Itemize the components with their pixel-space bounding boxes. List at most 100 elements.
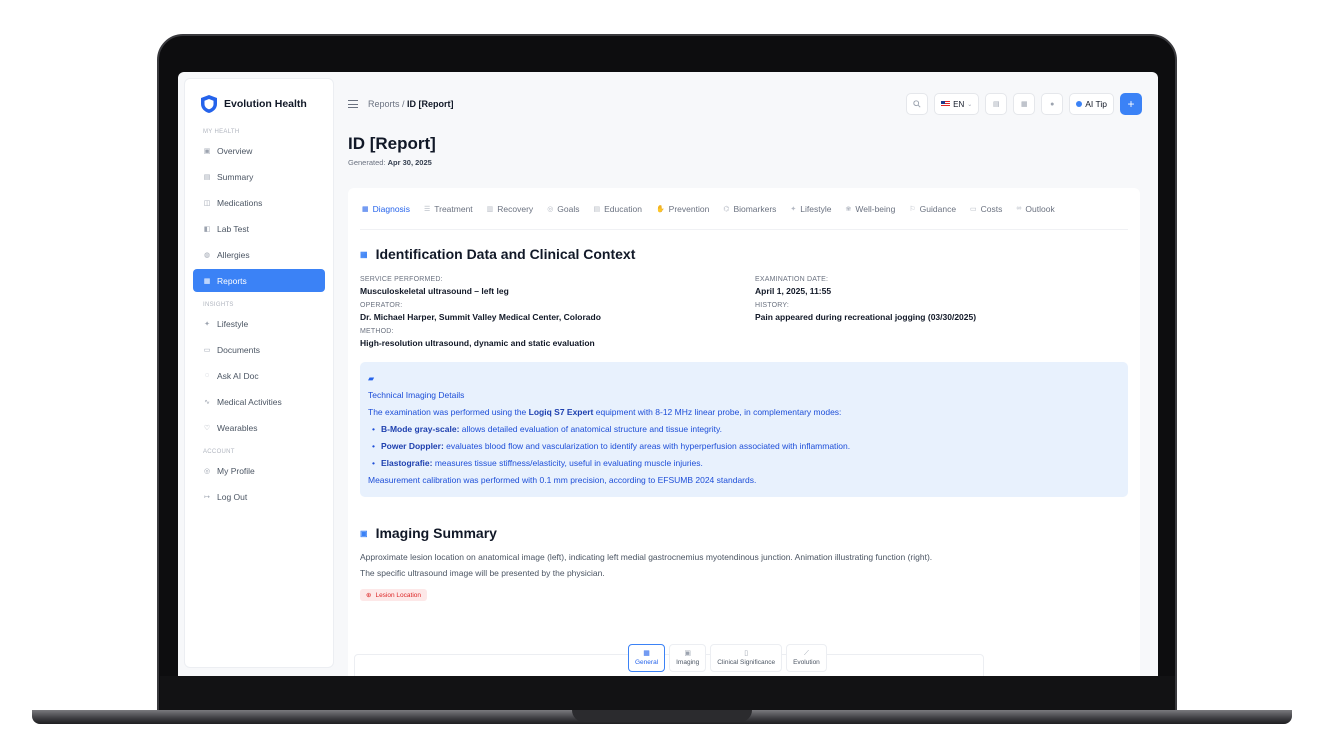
menu-icon[interactable] [348, 100, 358, 108]
language-label: EN [953, 99, 965, 109]
sidebar: Evolution Health MY HEALTH ▣ Overview ▤ Su… [184, 78, 334, 668]
bullet-term: Power Doppler: [380, 441, 444, 451]
print-button[interactable]: ▤ [985, 93, 1008, 115]
runner-icon: ✦ [790, 205, 797, 213]
tab-recovery[interactable]: ▥ Recovery [487, 204, 534, 214]
sidebar-item-summary[interactable]: ▤ Summary [193, 165, 325, 188]
sidebar-item-medications[interactable]: ◫ Medications [193, 191, 325, 214]
tab-costs[interactable]: ▭ Costs [970, 204, 1002, 214]
imaging-summary: Approximate lesion location on anatomica… [360, 549, 1128, 581]
field-label: OPERATOR: [360, 302, 403, 309]
section-label-account: ACCOUNT [203, 449, 235, 455]
tab-label: Biomarkers [733, 203, 777, 214]
sidebar-item-lifestyle[interactable]: ✦ Lifestyle [193, 312, 325, 335]
tab-outlook[interactable]: ∞ Outlook [1016, 204, 1054, 214]
segment-label: General [635, 659, 659, 666]
segment-imaging[interactable]: ▣ Imaging [669, 644, 707, 672]
infinity-icon: ∞ [1016, 205, 1022, 212]
tab-label: Diagnosis [372, 203, 410, 214]
sidebar-item-allergies[interactable]: ◍ Allergies [193, 243, 325, 266]
segment-clinical-significance[interactable]: ▯ Clinical Significance [710, 644, 783, 672]
report-card: ▦ Diagnosis ☰ Treatment ▥ Recovery ◎ Goals ▤… [348, 188, 1140, 676]
add-button[interactable]: + [1120, 93, 1142, 115]
document-icon: ▯ [744, 650, 749, 657]
field-method: METHOD: High-resolution ultrasound, dynam… [360, 328, 755, 348]
bell-icon: ● [1050, 100, 1055, 108]
segment-general[interactable]: ▦ General [628, 644, 666, 672]
sidebar-item-label: Lifestyle [217, 318, 249, 329]
main-content: Reports / ID [Report] EN ⌄ ▤ ▦ ● AI Tip +… [348, 72, 1158, 676]
tab-lifestyle[interactable]: ✦ Lifestyle [790, 204, 831, 214]
sidebar-item-lab-test[interactable]: ◧ Lab Test [193, 217, 325, 240]
field-label: SERVICE PERFORMED: [360, 276, 443, 283]
tab-label: Recovery [497, 203, 534, 214]
film-icon: ▣ [360, 528, 368, 538]
tab-label: Lifestyle [800, 203, 832, 214]
tab-treatment[interactable]: ☰ Treatment [424, 204, 473, 214]
sidebar-item-log-out[interactable]: ↦ Log Out [193, 485, 325, 508]
imaging-line-1: Approximate lesion location on anatomica… [360, 552, 933, 562]
imaging-heading: ▣ Imaging Summary [360, 525, 1128, 541]
sidebar-item-medical-activities[interactable]: ∿ Medical Activities [193, 390, 325, 413]
field-value: High-resolution ultrasound, dynamic and … [360, 338, 595, 348]
sidebar-item-ask-ai-doc[interactable]: ◌ Ask AI Doc [193, 364, 325, 387]
technical-intro: The examination was performed using the … [368, 404, 1120, 421]
calendar-button[interactable]: ▦ [1013, 93, 1036, 115]
ai-tip-button[interactable]: AI Tip [1069, 93, 1114, 115]
topbar: Reports / ID [Report] EN ⌄ ▤ ▦ ● AI Tip + [348, 92, 1142, 116]
bullet-icon: • [372, 458, 375, 468]
folder-icon: ▰ [368, 374, 375, 383]
guide-icon: ⚐ [909, 205, 916, 213]
sidebar-item-overview[interactable]: ▣ Overview [193, 139, 325, 162]
breadcrumb-current: ID [Report] [407, 99, 454, 109]
tab-education[interactable]: ▤ Education [594, 204, 642, 214]
segment-evolution[interactable]: ⟋ Evolution [786, 644, 827, 672]
tab-goals[interactable]: ◎ Goals [547, 204, 579, 214]
bullet-icon: • [372, 424, 375, 434]
imaging-segmented-control: ▦ General ▣ Imaging ▯ Clinical Significance… [628, 644, 827, 672]
user-icon: ◎ [203, 467, 211, 475]
tab-label: Guidance [919, 203, 957, 214]
field-operator: OPERATOR: Dr. Michael Harper, Summit Vall… [360, 302, 755, 322]
target-icon: ◎ [547, 205, 554, 213]
imaging-line-2: The specific ultrasound image will be pr… [360, 568, 605, 578]
segment-label: Clinical Significance [717, 659, 776, 666]
lesion-location-badge[interactable]: ⊕ Lesion Location [360, 589, 427, 601]
document-icon: ▦ [203, 277, 211, 285]
sidebar-item-label: Medications [217, 197, 263, 208]
book-icon: ▤ [593, 205, 601, 213]
tab-prevention[interactable]: ✋ Prevention [656, 204, 709, 214]
chat-bubble-icon: ◌ [204, 372, 210, 379]
identification-title: Identification Data and Clinical Context [375, 246, 636, 262]
intro-text: The examination was performed using the [368, 407, 529, 417]
sidebar-item-label: Allergies [217, 249, 250, 260]
sidebar-item-wearables[interactable]: ♡ Wearables [193, 416, 325, 439]
tab-biomarkers[interactable]: ⌬ Biomarkers [723, 204, 776, 214]
identification-heading: ▦ Identification Data and Clinical Contex… [360, 246, 1128, 262]
breadcrumb-parent[interactable]: Reports [368, 99, 400, 109]
laptop-notch [572, 710, 752, 722]
language-select[interactable]: EN ⌄ [934, 93, 980, 115]
runner-icon: ✦ [204, 320, 210, 328]
breadcrumb: Reports / ID [Report] [368, 99, 454, 109]
tab-guidance[interactable]: ⚐ Guidance [909, 204, 956, 214]
notifications-button[interactable]: ● [1041, 93, 1064, 115]
money-icon: ▭ [970, 205, 977, 213]
sidebar-item-my-profile[interactable]: ◎ My Profile [193, 459, 325, 482]
tab-diagnosis[interactable]: ▦ Diagnosis [362, 204, 410, 214]
bullet-text: measures tissue stiffness/elasticity, us… [432, 458, 703, 468]
equipment-name: Logiq S7 Expert [528, 407, 594, 417]
segment-label: Imaging [676, 659, 700, 666]
document-icon: ▦ [362, 205, 369, 213]
sidebar-item-documents[interactable]: ▭ Documents [193, 338, 325, 361]
search-button[interactable] [906, 93, 929, 115]
tab-well-being[interactable]: ❀ Well-being [845, 204, 895, 214]
sidebar-item-reports[interactable]: ▦ Reports [193, 269, 325, 292]
brand[interactable]: Evolution Health [193, 95, 325, 113]
tab-label: Goals [557, 203, 580, 214]
plus-icon: + [1127, 97, 1135, 111]
calendar-icon: ▦ [1020, 101, 1028, 108]
ai-tip-label: AI Tip [1085, 99, 1107, 109]
document-icon: ▦ [360, 249, 368, 259]
sidebar-item-label: Overview [217, 145, 253, 156]
